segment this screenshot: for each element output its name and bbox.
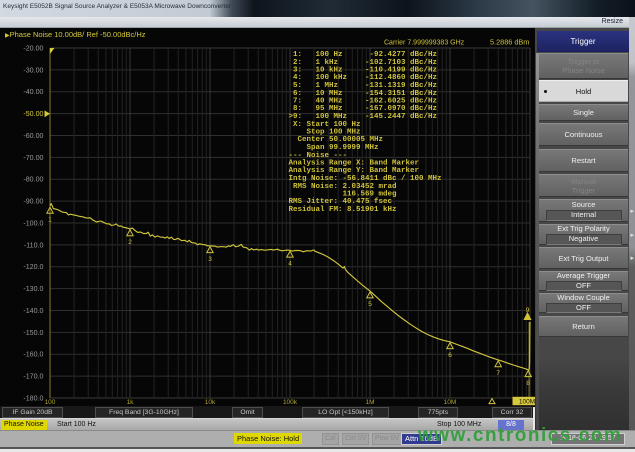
svg-text:8: 95 MHz -167.0970 dBc/: 8: 95 MHz -167.0970 dBc/Hz (284, 105, 437, 113)
svg-text:2: 2 (128, 239, 132, 246)
svg-text:-60.00: -60.00 (23, 132, 43, 140)
svg-text:-180.0: -180.0 (23, 394, 43, 402)
svg-text:3: 3 (208, 256, 212, 263)
svg-text:100M: 100M (519, 399, 535, 406)
svg-text:4: 4 (288, 260, 292, 267)
svg-text:8: 8 (526, 380, 530, 387)
svg-text:-50.00: -50.00 (23, 110, 43, 118)
svg-text:1: 1 (48, 216, 52, 223)
svg-text:4: 100 kHz -112.4860 dBc/: 4: 100 kHz -112.4860 dBc/Hz (284, 74, 437, 82)
svg-text:-20.00: -20.00 (23, 44, 43, 52)
svg-text:-130.0: -130.0 (23, 285, 43, 293)
svg-text:10k: 10k (205, 399, 216, 406)
svg-text:-80.00: -80.00 (23, 176, 43, 184)
svg-text:-150.0: -150.0 (23, 329, 43, 337)
svg-text:Residual FM: 8.51901 kHz: Residual FM: 8.51901 kHz (284, 206, 397, 214)
svg-text:100: 100 (45, 399, 56, 406)
svg-text:-100.0: -100.0 (23, 219, 43, 227)
svg-text:100k: 100k (283, 399, 298, 406)
svg-text:6: 6 (448, 352, 452, 359)
svg-text:-160.0: -160.0 (23, 351, 43, 359)
svg-text:5: 1 MHz -131.1319 dBc/: 5: 1 MHz -131.1319 dBc/Hz (284, 82, 437, 90)
svg-text:-30.00: -30.00 (23, 66, 43, 74)
svg-text:-70.00: -70.00 (23, 154, 43, 162)
svg-text:Intg Noise: -56.8411 dBc / 100: Intg Noise: -56.8411 dBc / 100 MHz (284, 175, 442, 183)
svg-text:-110.0: -110.0 (24, 241, 44, 249)
svg-text:>9: 100 MHz -145.2447 dBc: >9: 100 MHz -145.2447 dBc/Hz (284, 113, 437, 121)
svg-text:10M: 10M (444, 399, 457, 406)
svg-text:-170.0: -170.0 (23, 373, 43, 381)
svg-text:5: 5 (368, 301, 372, 308)
svg-text:1: 100 Hz -92.4277 dBc/: 1: 100 Hz -92.4277 dBc/Hz (284, 51, 437, 59)
svg-text:Span 99.9999 MHz: Span 99.9999 MHz (284, 144, 379, 152)
svg-text:-90.00: -90.00 (23, 198, 43, 206)
svg-text:Center 50.00005 MHz: Center 50.00005 MHz (284, 136, 383, 144)
svg-text:Analysis Range Y: Band Marker: Analysis Range Y: Band Marker (284, 167, 419, 175)
svg-text:-120.0: -120.0 (23, 263, 43, 271)
svg-text:1M: 1M (365, 399, 374, 406)
svg-text:-140.0: -140.0 (23, 307, 43, 315)
svg-text:1k: 1k (127, 399, 135, 406)
svg-text:-40.00: -40.00 (23, 88, 43, 96)
svg-text:7: 7 (496, 370, 500, 377)
svg-text:Carrier 7.999999383 GHz: Carrier 7.999999383 GHz (384, 40, 465, 47)
svg-text:RMS Jitter: 40.475 fsec: RMS Jitter: 40.475 fsec (284, 198, 393, 206)
svg-text:5.2886 dBm: 5.2886 dBm (490, 38, 529, 47)
